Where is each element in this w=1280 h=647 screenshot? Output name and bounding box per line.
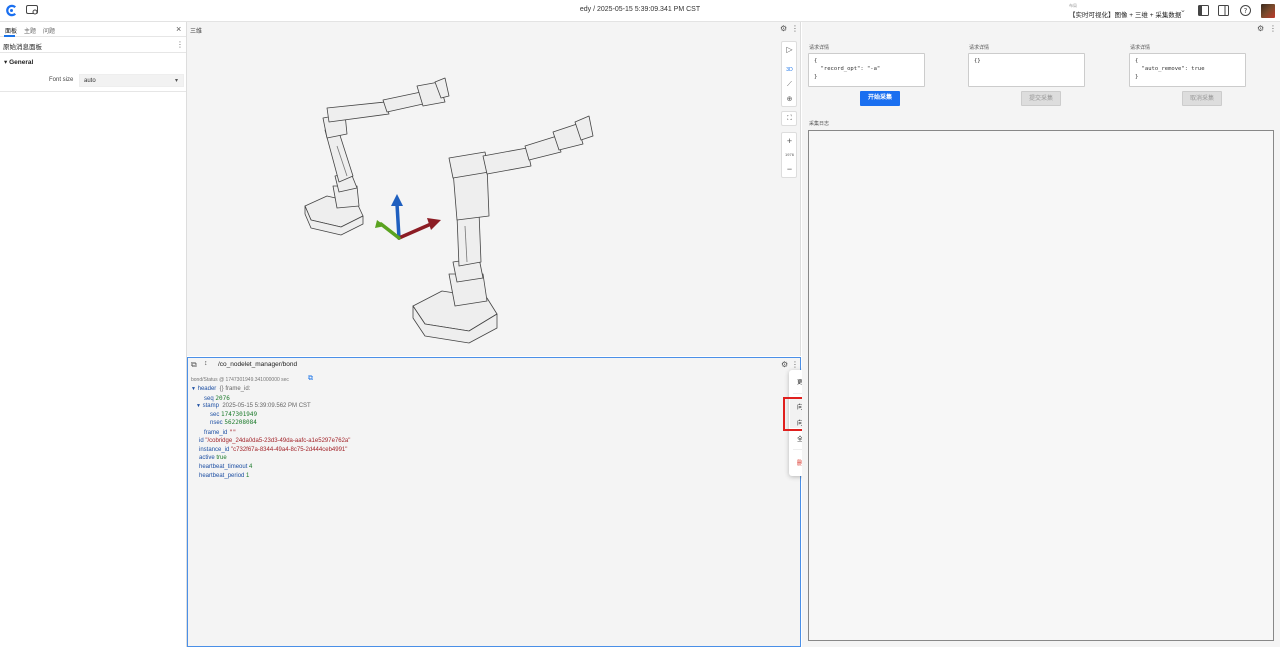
more-options-icon[interactable]: ⋮	[1269, 24, 1277, 33]
raw-message-panel: ⧉ ↕ /co_nodelet_manager/bond ⚙ ⋮ bond/St…	[187, 357, 801, 647]
request-label: 请求详情	[969, 45, 990, 51]
tree-row-active: active true	[199, 455, 227, 461]
zoom-out-icon[interactable]: −	[782, 164, 797, 174]
message-meta: bond/Status @ 1747301949.341000000 sec	[191, 377, 289, 383]
panel-header: ⧉ ↕ /co_nodelet_manager/bond ⚙ ⋮	[188, 358, 800, 372]
close-icon[interactable]: ×	[176, 24, 181, 34]
panel-settings-title: 原始消息面板	[3, 44, 42, 51]
more-options-icon[interactable]: ⋮	[791, 360, 799, 369]
layout-selector[interactable]: 【实时可视化】图像 + 三维 + 采集数据	[1069, 9, 1181, 19]
chevron-down-icon: ▾	[174, 78, 178, 84]
capture-log-area[interactable]	[808, 130, 1274, 641]
divider	[0, 91, 186, 92]
chevron-down-icon[interactable]: ⌄	[1180, 6, 1186, 14]
tab-panels[interactable]: 面板	[5, 26, 17, 35]
request-label: 请求详情	[809, 45, 830, 51]
3d-panel: 三维 ⚙ ⋮ ▷ 3D ⟋ ⊕ ⛶ + 1976 −	[187, 22, 801, 356]
general-section-toggle[interactable]: ▾ General	[4, 58, 33, 66]
log-label: 采集日志	[809, 121, 830, 127]
3d-viewport[interactable]	[187, 36, 777, 354]
ruler-icon[interactable]: ⟋	[782, 81, 797, 89]
focus-icon[interactable]: ⛶	[782, 115, 797, 123]
sidebar-tabs: 面板 主题 问题 ×	[0, 22, 186, 37]
left-sidebar-toggle-icon[interactable]	[1198, 5, 1209, 16]
robot-arm-model	[304, 77, 450, 236]
gear-icon[interactable]: ⚙	[781, 360, 788, 369]
start-capture-button[interactable]: 开始采集	[860, 91, 900, 106]
axes-gizmo	[375, 194, 441, 240]
robot-arm-model	[412, 115, 594, 344]
tree-key: header	[197, 386, 217, 392]
expand-icon[interactable]: ↕	[204, 360, 208, 367]
tree-row-frame-id: frame_id ""	[204, 429, 237, 436]
font-size-label: Font size	[49, 77, 74, 83]
tab-problems[interactable]: 问题	[43, 26, 55, 35]
tree-row-nsec: nsec 562208084	[210, 419, 257, 426]
zoom-level: 1976	[785, 152, 794, 157]
submit-capture-button[interactable]: 提交采集	[1021, 91, 1061, 106]
copy-icon[interactable]: ⧉	[308, 375, 313, 383]
diff-icon[interactable]: ⧉	[191, 360, 197, 370]
play-icon[interactable]: ▷	[782, 45, 797, 54]
topic-path-input[interactable]: /co_nodelet_manager/bond	[218, 361, 297, 368]
panel-title: 三维	[190, 29, 203, 35]
focus-toolbar: ⛶	[781, 111, 797, 126]
svg-text:?: ?	[1244, 7, 1248, 15]
tree-row-sec: sec 1747301949	[210, 411, 258, 418]
right-sidebar-toggle-icon[interactable]	[1218, 5, 1229, 16]
request-label: 请求详情	[1130, 45, 1151, 51]
more-options-icon[interactable]: ⋮	[176, 40, 184, 49]
tree-row-heartbeat-timeout: heartbeat_timeout 4	[199, 464, 253, 470]
zoom-in-icon[interactable]: +	[782, 136, 797, 146]
tab-topics[interactable]: 主题	[24, 26, 36, 35]
tree-row-seq: seq 2076	[204, 395, 230, 402]
cancel-capture-button[interactable]: 取消采集	[1182, 91, 1222, 106]
font-size-select[interactable]: auto ▾	[79, 74, 184, 87]
tree-row-stamp[interactable]: ▼ stamp 2025-05-15 5:39:09.562 PM CST	[196, 403, 311, 409]
service-call-panel: ⚙ ⋮ 请求详情 { "record_opt": "-a" } 请求详情 {} …	[802, 22, 1280, 647]
font-size-value: auto	[84, 78, 96, 84]
tree-row-instance-id: instance_id "c732f67a-8344-49a4-8c75-2d4…	[199, 447, 348, 453]
help-icon[interactable]: ?	[1240, 5, 1251, 16]
tree-row-id: id "/cobridge_24da0da5-23d3-49da-aafc-a1…	[199, 438, 351, 444]
divider	[0, 52, 186, 53]
request-editor-start[interactable]: { "record_opt": "-a" }	[808, 53, 925, 87]
active-tab-indicator	[4, 35, 15, 37]
top-bar: edy / 2025-05-15 5:39:09.341 PM CST 布局 【…	[0, 0, 1280, 22]
request-editor-cancel[interactable]: { "auto_remove": true }	[1129, 53, 1246, 87]
avatar[interactable]	[1261, 4, 1275, 18]
zoom-toolbar: + 1976 −	[781, 132, 797, 178]
pin-icon[interactable]: ⊕	[782, 95, 797, 103]
view-3d-toggle[interactable]: 3D	[782, 67, 797, 73]
tree-row-heartbeat-period: heartbeat_period 1	[199, 473, 250, 479]
tree-row-header[interactable]: ▼ header {} frame_id:	[191, 386, 250, 392]
more-options-icon[interactable]: ⋮	[791, 24, 799, 33]
view-toolbar: ▷ 3D ⟋ ⊕	[781, 41, 797, 107]
settings-sidebar: 面板 主题 问题 × 原始消息面板 ⋮ ▾ General Font size …	[0, 22, 187, 647]
request-editor-submit[interactable]: {}	[968, 53, 1085, 87]
gear-icon[interactable]: ⚙	[780, 24, 787, 33]
gear-icon[interactable]: ⚙	[1257, 24, 1264, 33]
tree-summary: {} frame_id:	[219, 386, 251, 392]
